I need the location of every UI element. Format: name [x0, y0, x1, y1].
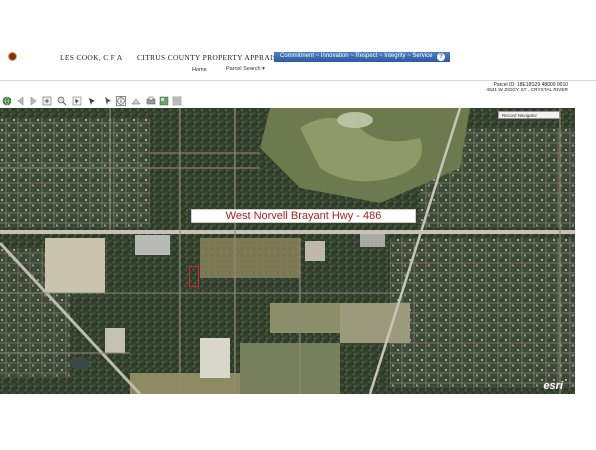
appraiser-name: LES COOK, C F A: [60, 53, 123, 62]
organization-name: CITRUS COUNTY PROPERTY APPRAISER: [137, 53, 288, 62]
globe-icon[interactable]: [2, 96, 12, 106]
zoom-out-icon[interactable]: [57, 96, 67, 106]
aerial-imagery: [0, 108, 575, 394]
record-navigator-dropdown[interactable]: Record Navigator: [498, 111, 560, 119]
print-icon[interactable]: [146, 96, 156, 106]
road-label: West Norvell Brayant Hwy - 486: [191, 209, 416, 223]
help-icon[interactable]: ?: [437, 53, 445, 61]
info-icon[interactable]: [116, 96, 126, 106]
measure-icon[interactable]: [131, 96, 141, 106]
zoom-in-icon[interactable]: [42, 96, 52, 106]
pan-icon[interactable]: [87, 96, 97, 106]
app-header: LES COOK, C F A CITRUS COUNTY PROPERTY A…: [0, 51, 596, 65]
nav-home-link[interactable]: Home: [192, 67, 207, 73]
layers-icon[interactable]: [159, 96, 169, 106]
aerial-map[interactable]: Record Navigator West Norvell Brayant Hw…: [0, 108, 575, 394]
county-seal-logo: [8, 52, 17, 61]
nav-divider: [0, 80, 596, 81]
main-nav: Home Parcel Search ▾: [0, 66, 596, 76]
arrow-pointer-icon[interactable]: [102, 96, 112, 106]
selected-parcel-outline[interactable]: [189, 266, 199, 287]
export-icon[interactable]: [172, 96, 182, 106]
slogan-bar: Commitment ~ Innovation ~ Respect ~ Inte…: [274, 52, 450, 62]
select-icon[interactable]: [72, 96, 82, 106]
esri-logo: esri: [543, 380, 563, 392]
nav-parcel-search-menu[interactable]: Parcel Search ▾: [226, 66, 265, 72]
forward-arrow-icon[interactable]: [28, 96, 38, 106]
map-toolbar: [0, 95, 596, 108]
parcel-address-text: 4531 W ZIGGY ST , CRYSTAL RIVER: [486, 88, 568, 93]
slogan-text: Commitment ~ Innovation ~ Respect ~ Inte…: [280, 53, 433, 59]
back-arrow-icon[interactable]: [16, 96, 26, 106]
